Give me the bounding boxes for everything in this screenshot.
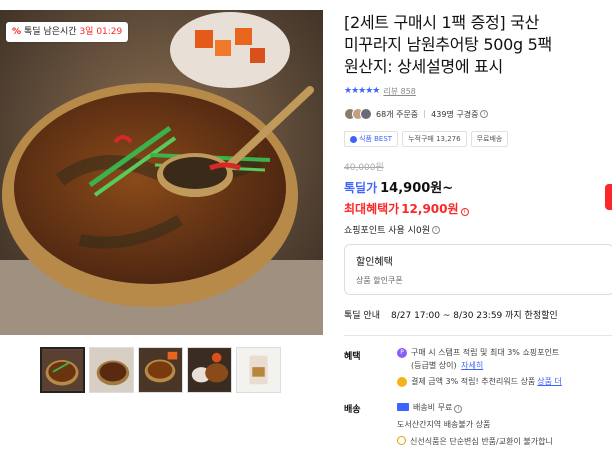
original-price: 40,000원	[344, 163, 384, 173]
sale-price-row: 톡딜가 14,900원~	[344, 177, 612, 196]
benefit-more-link[interactable]: 상품 더	[537, 375, 562, 388]
free-shipping-tag: 무료배송	[470, 131, 509, 147]
warning-icon	[397, 436, 406, 445]
thumbnail-list	[40, 347, 281, 393]
shipping-body: 배송비 무료 i 도서산간지역 배송불가 상품 신선식품은 단순변심 반품/교환이…	[397, 399, 553, 450]
info-icon[interactable]: i	[431, 225, 440, 234]
cumulative-tag: 누적구매 13,276	[402, 131, 467, 147]
benefit-section: 혜택 P 구매 시 스탬프 적립 및 최대 3% 쇼핑포인트 (등급별 상이) 자…	[344, 346, 612, 388]
promo-row: 톡딜 안내 8/27 17:00 ~ 8/30 23:59 까지 한정할인	[344, 308, 612, 321]
info-icon[interactable]: i	[460, 208, 469, 216]
percent-icon: %	[12, 27, 22, 37]
coupon-box[interactable]: 할인혜택 상품 할인쿠폰	[344, 244, 612, 295]
thumbnail-2[interactable]	[89, 347, 134, 393]
benefit-line2: (등급별 상이)	[411, 361, 457, 370]
max-benefit-label: 최대혜택가	[344, 202, 400, 216]
review-count-link[interactable]: 리뷰 858	[383, 86, 416, 97]
thumbnail-3[interactable]	[138, 347, 183, 393]
cumulative-value: 13,276	[436, 135, 461, 143]
tag-row: 식품 BEST 누적구매 13,276 무료배송	[344, 131, 612, 147]
promo-period: 8/27 17:00 ~ 8/30 23:59 까지 한정할인	[391, 311, 558, 321]
deal-countdown: 3일 01:29	[79, 27, 123, 37]
divider	[424, 110, 426, 118]
coupon-title: 할인혜택	[356, 257, 393, 268]
best-icon	[350, 135, 357, 143]
benefit-line1: 구매 시 스탬프 적립 및 최대 3% 쇼핑포인트	[411, 348, 560, 357]
watchers-count: 439명 구경중	[431, 109, 479, 119]
product-title-line3: 원산지: 상세설명에 표시	[344, 57, 503, 76]
thumbnail-1[interactable]	[40, 347, 85, 393]
product-title-line1: [2세트 구매시 1팩 증정] 국산	[344, 13, 539, 32]
sale-price: 14,900원~	[380, 181, 454, 196]
buyer-avatars	[344, 108, 372, 120]
best-tag[interactable]: 식품 BEST	[344, 131, 399, 147]
thumbnail-5[interactable]	[236, 347, 281, 393]
coin-icon	[397, 376, 407, 387]
truck-icon	[397, 403, 409, 411]
product-title: [2세트 구매시 1팩 증정] 국산 미꾸라지 남원추어탕 500g 5팩 원산…	[344, 12, 612, 78]
shipping-remote-notice: 도서산간지역 배송불가 상품	[397, 420, 491, 429]
points-row: 쇼핑포인트 사용 시0원 i	[344, 223, 612, 236]
shipping-section: 배송 배송비 무료 i 도서산간지역 배송불가 상품 신선식품은 단순변심 반품/…	[344, 399, 612, 450]
sale-label: 톡딜가	[344, 181, 378, 195]
star-rating: ★★★★★	[344, 86, 380, 96]
info-icon[interactable]: i	[454, 405, 463, 413]
deal-badge-label: 톡딜 남은시간	[24, 27, 77, 37]
shipping-fee: 배송비 무료	[413, 403, 453, 412]
shipping-return-notice: 신선식품은 단순변심 반품/교환이 불가합니	[410, 437, 553, 446]
benefit-detail-link[interactable]: 자세히	[461, 361, 483, 370]
max-benefit-row: 최대혜택가 12,900원 i	[344, 200, 612, 217]
shipping-label: 배송	[344, 405, 361, 415]
product-title-line2: 미꾸라지 남원추어탕 500g 5팩	[344, 35, 552, 54]
max-benefit-price: 12,900원	[401, 202, 459, 216]
promo-label: 톡딜 안내	[344, 311, 380, 321]
benefit-label: 혜택	[344, 352, 361, 362]
thumbnail-4[interactable]	[187, 347, 232, 393]
activity-stats: 68개 주문중 439명 구경중 i	[344, 106, 612, 122]
product-info: [2세트 구매시 1팩 증정] 국산 미꾸라지 남원추어탕 500g 5팩 원산…	[344, 0, 612, 450]
benefit-body: P 구매 시 스탬프 적립 및 최대 3% 쇼핑포인트 (등급별 상이) 자세히 …	[397, 346, 562, 388]
divider	[344, 335, 612, 336]
info-icon[interactable]: i	[480, 110, 489, 118]
point-icon: P	[397, 347, 407, 358]
coupon-subtitle: 상품 할인쿠폰	[356, 276, 403, 285]
deal-countdown-badge: % 톡딜 남은시간 3일 01:29	[6, 22, 129, 42]
avatar	[360, 108, 372, 120]
side-action-tab[interactable]	[605, 184, 612, 210]
product-main-image[interactable]	[0, 10, 323, 335]
best-tag-label: 식품 BEST	[359, 135, 393, 143]
orders-count: 68개 주문중	[376, 109, 419, 119]
benefit-line3: 결제 금액 3% 적립! 추천리워드 상품	[411, 377, 536, 386]
cumulative-label: 누적구매	[408, 135, 434, 143]
rating-row: ★★★★★ 리뷰 858	[344, 84, 612, 98]
points-label: 쇼핑포인트 사용 시0원	[344, 226, 430, 236]
